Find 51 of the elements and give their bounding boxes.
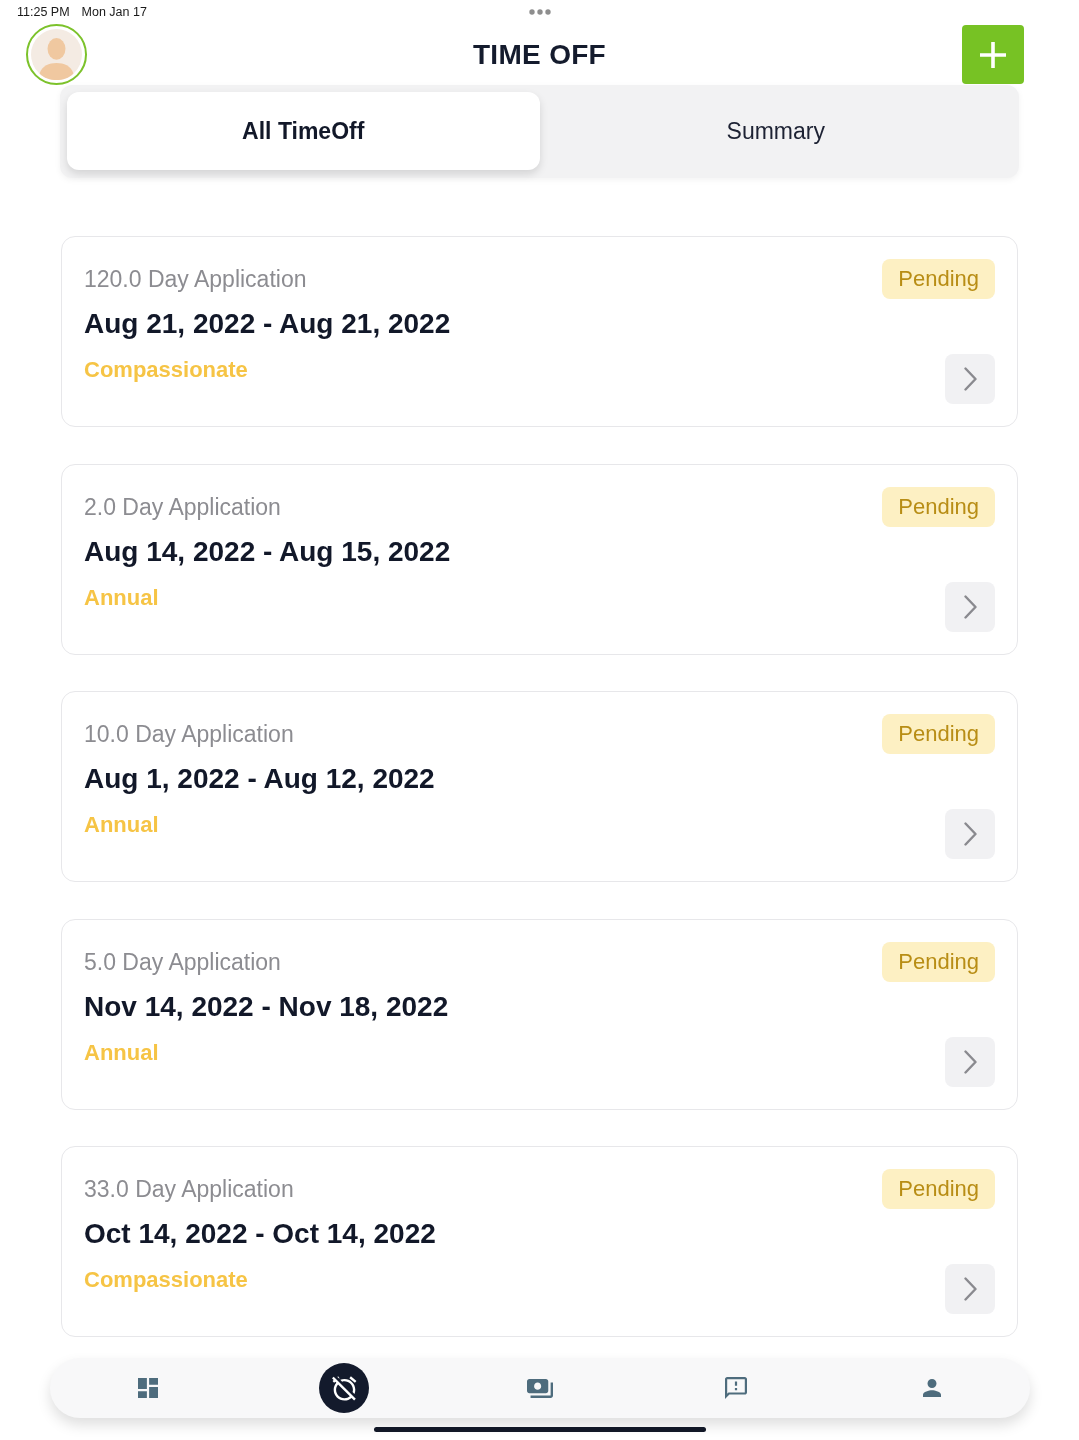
application-duration: 33.0 Day Application <box>84 1175 294 1204</box>
status-time: 11:25 PM <box>17 5 70 19</box>
application-duration: 2.0 Day Application <box>84 492 281 522</box>
application-card[interactable]: 120.0 Day Application Aug 21, 2022 - Aug 21, 2022 Compassionate Pending <box>61 236 1018 427</box>
application-duration: 120.0 Day Application <box>84 265 307 294</box>
add-button[interactable] <box>962 25 1024 84</box>
chevron-right-icon <box>963 594 977 619</box>
date-range: Oct 14, 2022 - Oct 14, 2022 <box>84 1217 436 1251</box>
application-card[interactable]: 10.0 Day Application Aug 1, 2022 - Aug 12, 2022 Annual Pending <box>61 691 1018 882</box>
leave-type: Compassionate <box>84 1266 248 1294</box>
leave-type: Annual <box>84 1038 159 1067</box>
leave-type: Annual <box>84 811 159 839</box>
details-button[interactable] <box>945 354 995 404</box>
speech-bubble-exclamation-icon <box>725 1377 747 1399</box>
status-badge: Pending <box>882 714 995 754</box>
date-range: Nov 14, 2022 - Nov 18, 2022 <box>84 989 449 1024</box>
status-badge: Pending <box>882 941 995 982</box>
date-range: Aug 21, 2022 - Aug 21, 2022 <box>84 307 451 341</box>
crossed-alarm-clock-icon <box>331 1375 357 1401</box>
leave-type: Annual <box>84 583 159 612</box>
status-badge: Pending <box>882 1169 995 1209</box>
application-card[interactable]: 2.0 Day Application Aug 14, 2022 - Aug 15, 2022 Annual Pending <box>61 463 1018 655</box>
chevron-right-icon <box>963 1049 977 1074</box>
more-dots-icon[interactable] <box>528 9 551 15</box>
application-duration: 10.0 Day Application <box>84 720 294 749</box>
date-range: Aug 1, 2022 - Aug 12, 2022 <box>84 762 435 796</box>
details-button[interactable] <box>945 1036 995 1087</box>
chevron-right-icon <box>963 1277 977 1301</box>
tab[interactable]: All TimeOff <box>67 92 540 170</box>
details-button[interactable] <box>945 809 995 859</box>
plus-icon <box>979 40 1007 69</box>
banknote-icon <box>527 1378 553 1398</box>
date-range: Aug 14, 2022 - Aug 15, 2022 <box>84 534 451 569</box>
nav-button[interactable] <box>319 1363 369 1413</box>
application-duration: 5.0 Day Application <box>84 947 281 977</box>
status-badge: Pending <box>882 259 995 299</box>
page-title: TIME OFF <box>472 38 607 71</box>
chevron-right-icon <box>963 367 977 391</box>
chevron-right-icon <box>963 822 977 846</box>
person-silhouette-icon <box>31 29 82 80</box>
details-button[interactable] <box>945 581 995 632</box>
avatar-button[interactable] <box>26 24 87 85</box>
tiles-icon <box>138 1378 158 1398</box>
details-button[interactable] <box>945 1264 995 1314</box>
leave-type: Compassionate <box>84 356 248 384</box>
status-badge: Pending <box>882 486 995 527</box>
tab[interactable]: Summary <box>539 92 1012 170</box>
person-icon <box>923 1379 941 1397</box>
status-date: Mon Jan 17 <box>81 5 147 19</box>
application-card[interactable]: 5.0 Day Application Nov 14, 2022 - Nov 18, 2022 Annual Pending <box>61 918 1018 1110</box>
application-card[interactable]: 33.0 Day Application Oct 14, 2022 - Oct 14, 2022 Compassionate Pending <box>61 1146 1018 1337</box>
